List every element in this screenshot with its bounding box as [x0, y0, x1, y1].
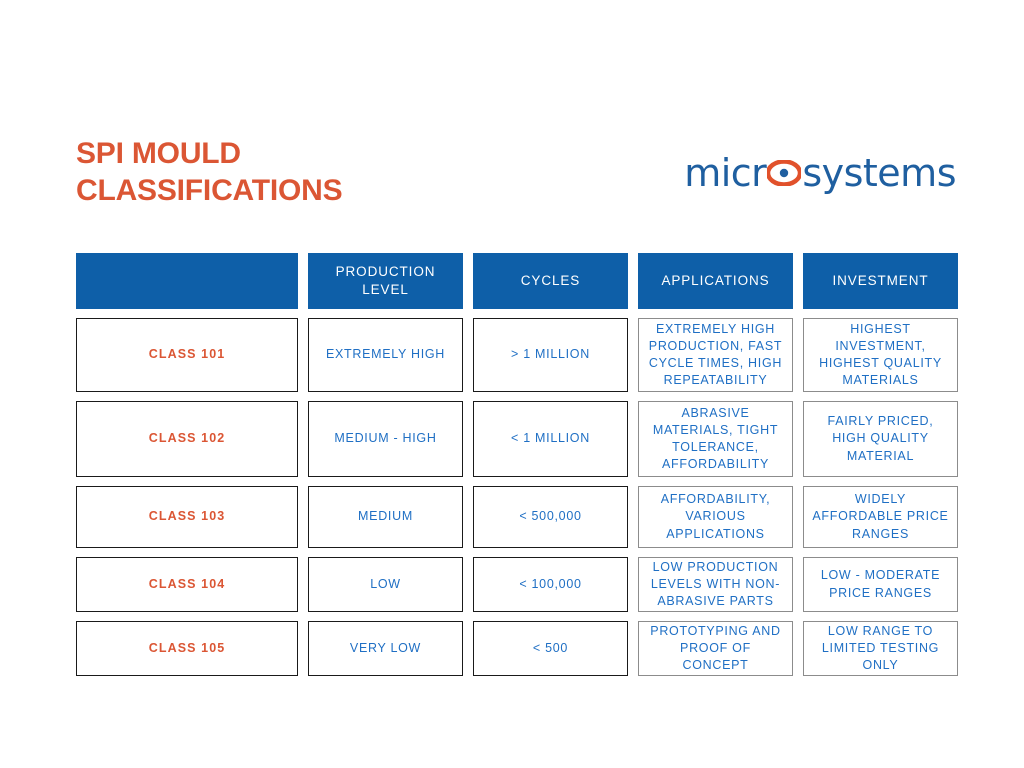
cell-cycles: > 1 MILLION — [473, 318, 628, 392]
spi-classification-table: PRODUCTION LEVEL CYCLES APPLICATIONS INV… — [76, 253, 958, 676]
page-title: SPI MOULD CLASSIFICATIONS — [76, 137, 343, 207]
cell-production-level: EXTREMELY HIGH — [308, 318, 463, 392]
cell-class: CLASS 105 — [76, 621, 298, 676]
cell-applications: AFFORDABILITY, VARIOUS APPLICATIONS — [638, 486, 793, 548]
cell-investment: LOW - MODERATE PRICE RANGES — [803, 557, 958, 612]
cell-applications: EXTREMELY HIGH PRODUCTION, FAST CYCLE TI… — [638, 318, 793, 392]
header-cell-investment: INVESTMENT — [803, 253, 958, 309]
cell-investment: HIGHEST INVESTMENT, HIGHEST QUALITY MATE… — [803, 318, 958, 392]
header-cell-blank — [76, 253, 298, 309]
cell-production-level: LOW — [308, 557, 463, 612]
microsystems-logo: micr systems — [684, 150, 956, 196]
slide-header: SPI MOULD CLASSIFICATIONS micr systems — [76, 136, 956, 222]
table-row: CLASS 103 MEDIUM < 500,000 AFFORDABILITY… — [76, 486, 958, 548]
cell-cycles: < 500 — [473, 621, 628, 676]
cell-production-level: MEDIUM - HIGH — [308, 401, 463, 477]
cell-cycles: < 1 MILLION — [473, 401, 628, 477]
cell-class: CLASS 102 — [76, 401, 298, 477]
cell-applications: PROTOTYPING AND PROOF OF CONCEPT — [638, 621, 793, 676]
cell-applications: ABRASIVE MATERIALS, TIGHT TOLERANCE, AFF… — [638, 401, 793, 477]
cell-class: CLASS 101 — [76, 318, 298, 392]
cell-class: CLASS 104 — [76, 557, 298, 612]
table-row: CLASS 104 LOW < 100,000 LOW PRODUCTION L… — [76, 557, 958, 612]
table-row: CLASS 101 EXTREMELY HIGH > 1 MILLION EXT… — [76, 318, 958, 392]
eye-logo-icon — [767, 160, 802, 186]
logo-suffix: systems — [802, 151, 956, 195]
header-cell-production-level: PRODUCTION LEVEL — [308, 253, 463, 309]
cell-applications: LOW PRODUCTION LEVELS WITH NON-ABRASIVE … — [638, 557, 793, 612]
slide-canvas: SPI MOULD CLASSIFICATIONS micr systems P… — [0, 0, 1024, 768]
cell-production-level: VERY LOW — [308, 621, 463, 676]
table-header-row: PRODUCTION LEVEL CYCLES APPLICATIONS INV… — [76, 253, 958, 309]
cell-cycles: < 500,000 — [473, 486, 628, 548]
cell-cycles: < 100,000 — [473, 557, 628, 612]
cell-class: CLASS 103 — [76, 486, 298, 548]
table-row: CLASS 105 VERY LOW < 500 PROTOTYPING AND… — [76, 621, 958, 676]
cell-investment: WIDELY AFFORDABLE PRICE RANGES — [803, 486, 958, 548]
logo-prefix: micr — [684, 151, 767, 195]
header-cell-cycles: CYCLES — [473, 253, 628, 309]
logo-text: micr systems — [684, 154, 956, 192]
cell-investment: FAIRLY PRICED, HIGH QUALITY MATERIAL — [803, 401, 958, 477]
cell-production-level: MEDIUM — [308, 486, 463, 548]
cell-investment: LOW RANGE TO LIMITED TESTING ONLY — [803, 621, 958, 676]
header-cell-applications: APPLICATIONS — [638, 253, 793, 309]
table-row: CLASS 102 MEDIUM - HIGH < 1 MILLION ABRA… — [76, 401, 958, 477]
